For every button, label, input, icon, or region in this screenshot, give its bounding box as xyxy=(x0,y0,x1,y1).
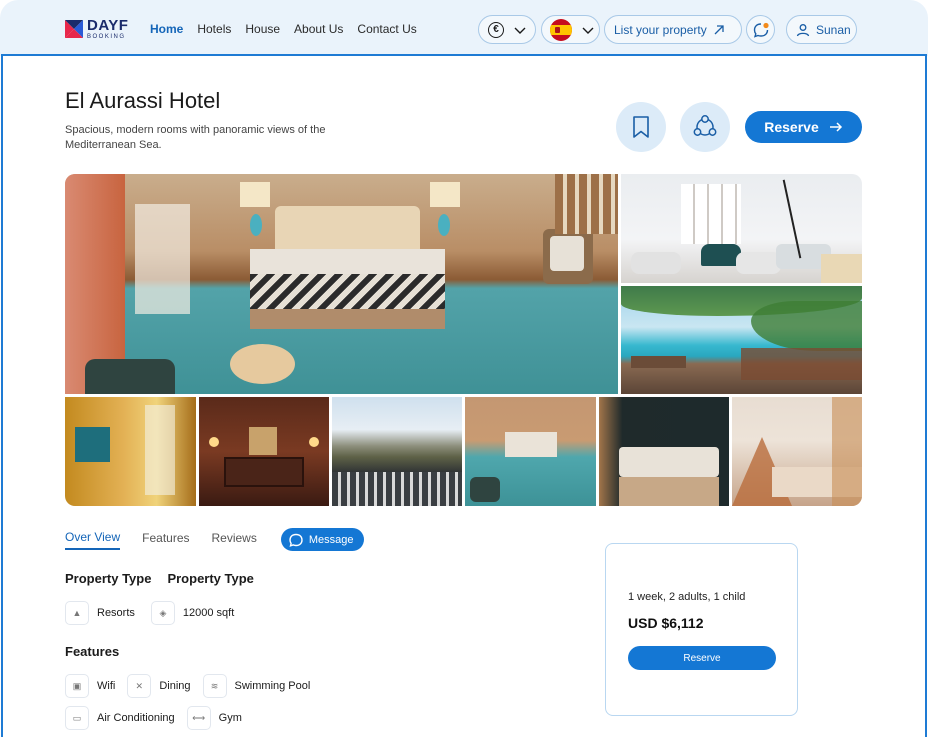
features-heading: Features xyxy=(65,644,120,659)
list-property-button[interactable]: List your property xyxy=(604,15,742,44)
photo-gallery xyxy=(65,174,862,506)
property-chip-resorts: ▲ Resorts xyxy=(65,601,135,625)
logo-mark-icon xyxy=(65,20,83,38)
photo-bedroom-4[interactable] xyxy=(732,397,862,506)
detail-tabs: Over View Features Reviews Message xyxy=(65,528,364,551)
photo-lobby[interactable] xyxy=(199,397,329,506)
brand-name: DAYF xyxy=(87,17,129,34)
nav-contact-us[interactable]: Contact Us xyxy=(357,22,416,36)
nav-home[interactable]: Home xyxy=(150,22,183,36)
list-property-label: List your property xyxy=(614,22,707,37)
bookmark-button[interactable] xyxy=(616,102,666,152)
property-chip-area: ◈ 12000 sqft xyxy=(150,601,235,625)
chat-bubble-icon xyxy=(753,22,769,38)
ac-icon: ▭ xyxy=(65,706,89,730)
photo-lounge[interactable] xyxy=(621,174,862,283)
booking-summary: 1 week, 2 adults, 1 child xyxy=(628,591,746,603)
message-label: Message xyxy=(308,533,354,546)
photo-bedroom-3[interactable] xyxy=(599,397,729,506)
area-icon: ◈ xyxy=(150,601,175,625)
property-type-heading: Property Type xyxy=(65,571,152,586)
user-name: Sunan xyxy=(816,22,851,37)
main-nav: Home Hotels House About Us Contact Us xyxy=(150,22,417,36)
feature-label-ac: Air Conditioning xyxy=(97,712,175,724)
feature-gym: ⟷ Gym xyxy=(186,706,242,730)
features-row-1: ▣ Wifi ✕ Dining ≋ Swimming Pool xyxy=(65,674,310,698)
message-button[interactable]: Message xyxy=(280,528,364,551)
wifi-icon: ▣ xyxy=(65,674,89,698)
hotel-title: El Aurassi Hotel xyxy=(65,88,221,113)
spain-flag-icon xyxy=(550,18,572,41)
share-icon xyxy=(693,115,717,136)
brand-sub: BOOKING xyxy=(87,34,126,40)
feature-wifi: ▣ Wifi xyxy=(65,674,115,698)
reserve-button[interactable]: Reserve xyxy=(745,111,862,143)
hotel-description: Spacious, modern rooms with panoramic vi… xyxy=(65,124,326,151)
currency-selector[interactable]: € xyxy=(478,15,536,44)
property-label-resorts: Resorts xyxy=(97,607,135,619)
resort-icon: ▲ xyxy=(65,601,89,625)
feature-dining: ✕ Dining xyxy=(127,674,191,698)
chevron-down-icon xyxy=(582,27,594,34)
arrow-up-right-icon xyxy=(714,24,724,34)
nav-about-us[interactable]: About Us xyxy=(294,22,343,36)
chat-button[interactable] xyxy=(746,15,775,44)
dining-icon: ✕ xyxy=(127,674,152,698)
chevron-down-icon xyxy=(514,27,526,34)
property-headings: Property Type Property Type xyxy=(65,571,254,586)
feature-label-wifi: Wifi xyxy=(97,680,116,692)
euro-icon: € xyxy=(488,21,504,38)
bookmark-icon xyxy=(633,116,649,138)
pool-icon: ≋ xyxy=(202,674,227,698)
booking-reserve-button[interactable]: Reserve xyxy=(628,646,776,670)
booking-price: USD $6,112 xyxy=(628,615,704,631)
photo-bedroom-2[interactable] xyxy=(465,397,596,506)
tab-features[interactable]: Features xyxy=(142,531,189,549)
brand-logo[interactable]: DAYF BOOKING xyxy=(65,18,128,40)
language-selector[interactable] xyxy=(541,15,600,44)
photo-bedroom-main[interactable] xyxy=(65,174,618,394)
booking-card: 1 week, 2 adults, 1 child USD $6,112 Res… xyxy=(605,543,798,716)
nav-house[interactable]: House xyxy=(245,22,280,36)
features-row-2: ▭ Air Conditioning ⟷ Gym xyxy=(65,706,242,730)
property-info: ▲ Resorts ◈ 12000 sqft xyxy=(65,601,234,625)
feature-label-dining: Dining xyxy=(159,680,191,692)
tab-reviews[interactable]: Reviews xyxy=(212,531,257,549)
gym-icon: ⟷ xyxy=(186,706,211,730)
top-header: DAYF BOOKING Home Hotels House About Us … xyxy=(0,0,928,56)
property-type-heading-2: Property Type xyxy=(167,571,254,586)
feature-label-gym: Gym xyxy=(218,712,242,724)
message-bubble-icon xyxy=(289,533,303,547)
share-button[interactable] xyxy=(680,102,730,152)
feature-ac: ▭ Air Conditioning xyxy=(65,706,175,730)
feature-pool: ≋ Swimming Pool xyxy=(202,674,311,698)
user-icon xyxy=(796,23,810,36)
photo-sunny-room[interactable] xyxy=(65,397,196,506)
arrow-right-icon xyxy=(829,122,842,132)
tab-overview[interactable]: Over View xyxy=(65,530,121,550)
reserve-button-label: Reserve xyxy=(764,119,819,135)
photo-terrace-view[interactable] xyxy=(332,397,462,506)
photo-pool[interactable] xyxy=(621,286,862,394)
nav-hotels[interactable]: Hotels xyxy=(197,22,231,36)
property-label-area: 12000 sqft xyxy=(182,607,235,619)
user-menu[interactable]: Sunan xyxy=(786,15,857,44)
feature-label-pool: Swimming Pool xyxy=(234,680,311,692)
